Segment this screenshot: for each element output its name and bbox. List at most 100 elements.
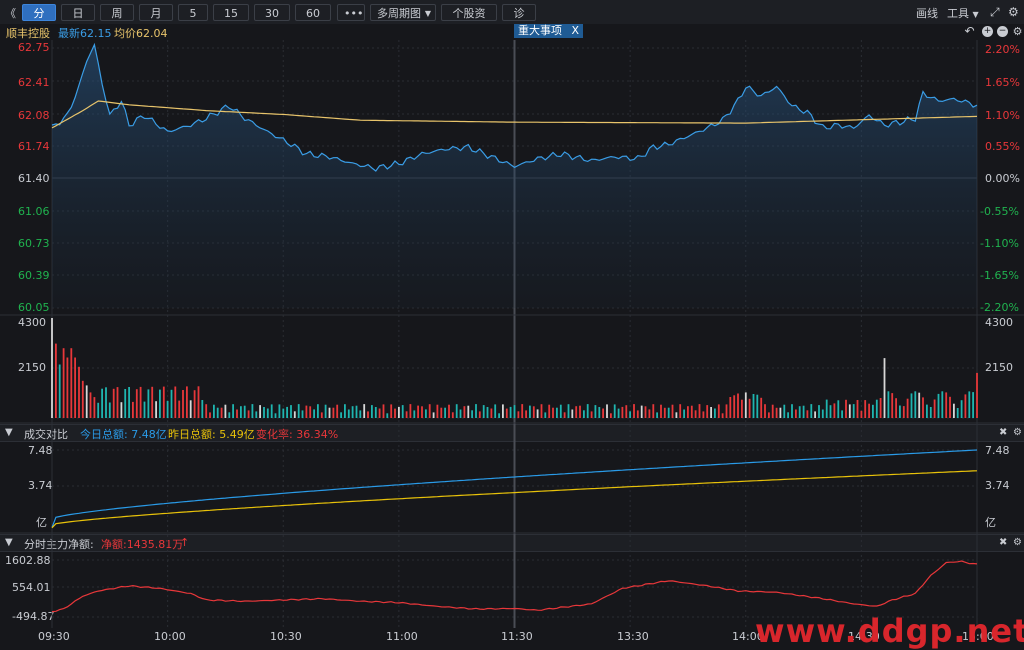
volume-bar [571, 409, 574, 418]
volume-bar [293, 411, 296, 418]
volume-bar [798, 406, 801, 418]
volume-bar [714, 408, 716, 418]
volume-bar [856, 400, 859, 418]
volume-bar [513, 405, 516, 418]
volume-bar [845, 399, 847, 418]
volume-bar [401, 405, 404, 418]
volume-bar [224, 404, 227, 418]
volume-bar [116, 387, 119, 418]
volume-bar [463, 406, 466, 418]
volume-bar [313, 409, 315, 418]
volume-bar [860, 410, 863, 418]
volume-bar [159, 389, 161, 418]
volume-bar [209, 412, 211, 418]
volume-bar [791, 404, 793, 418]
volume-bar [741, 399, 743, 418]
volume-bar [656, 412, 658, 418]
volume-bar [829, 405, 832, 418]
volume-bar [332, 407, 335, 418]
volume-bar [953, 403, 955, 418]
volume-bar [425, 409, 427, 418]
volume-bar [475, 404, 477, 418]
volume-bar [883, 358, 886, 418]
volume-bar [617, 408, 620, 418]
volume-bar [536, 409, 539, 418]
volume-bar [186, 386, 188, 418]
volume-bar [710, 407, 712, 418]
volume-bar [717, 404, 720, 418]
volume-bar [324, 404, 327, 418]
volume-bar [390, 404, 393, 418]
volume-bar [652, 404, 655, 418]
volume-bar [301, 410, 304, 418]
volume-bar [968, 391, 971, 418]
volume-bar [201, 400, 204, 418]
volume-bar [806, 410, 809, 418]
volume-bar [505, 408, 508, 418]
volume-bar [837, 400, 840, 418]
volume-bar [575, 406, 578, 418]
volume-bar [779, 407, 782, 418]
volume-bar [367, 411, 369, 418]
volume-bar [405, 411, 408, 418]
volume-bar [814, 411, 816, 418]
volume-bar [386, 413, 389, 418]
volume-bar [872, 404, 874, 418]
volume-bar [371, 405, 373, 418]
volume-bar [359, 410, 362, 418]
volume-bar [128, 387, 130, 418]
volume-bar [633, 404, 635, 418]
volume-bar [278, 404, 281, 418]
volume-bar [737, 393, 739, 418]
volume-bar [232, 404, 234, 418]
volume-bar [344, 404, 346, 418]
volume-bar [864, 400, 867, 418]
volume-bar [525, 410, 527, 418]
volume-bar [471, 410, 473, 418]
volume-bar [787, 412, 789, 418]
volume-bar [147, 389, 150, 418]
volume-bar [228, 412, 231, 418]
volume-bar [667, 407, 670, 418]
volume-bar [309, 406, 312, 418]
volume-bar [783, 404, 786, 418]
volume-bar [683, 409, 685, 418]
volume-bar [937, 393, 940, 418]
volume-bar [802, 405, 805, 418]
volume-bar [825, 399, 828, 418]
volume-bar [725, 404, 728, 418]
volume-bar [875, 399, 878, 418]
volume-bar [494, 404, 497, 418]
volume-bar [922, 397, 924, 418]
volume-bar [409, 404, 412, 418]
volume-bar [833, 403, 836, 418]
volume-bar [841, 410, 843, 418]
volume-bar [440, 407, 443, 418]
volume-bar [918, 392, 921, 418]
volume-bar [320, 412, 323, 418]
volume-bar [644, 406, 647, 418]
volume-bar [556, 407, 558, 418]
volume-bar [151, 386, 154, 418]
volume-bar [394, 408, 396, 418]
volume-bar [451, 412, 454, 418]
volume-bar [432, 412, 435, 418]
intraday-chart[interactable] [0, 0, 1024, 648]
volume-bar [62, 348, 65, 418]
volume-bar [266, 408, 269, 418]
volume-bar [120, 402, 123, 418]
volume-bar [521, 404, 524, 418]
volume-bar [899, 405, 901, 418]
volume-bar [193, 390, 196, 418]
volume-bar [444, 407, 446, 418]
volume-bar [910, 393, 913, 418]
volume-bar [413, 410, 416, 418]
volume-bar [567, 404, 570, 418]
volume-bar [155, 401, 157, 418]
volume-bar [455, 404, 458, 418]
volume-bar [247, 410, 250, 418]
volume-bar [70, 348, 73, 418]
volume-bar [636, 410, 639, 418]
volume-bar [941, 391, 944, 418]
volume-bar [282, 408, 285, 418]
